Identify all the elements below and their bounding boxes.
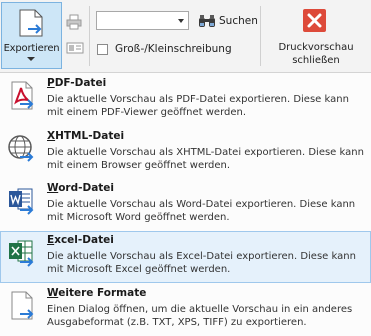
menu-item-description: Die aktuelle Vorschau als Word-Datei exp… — [47, 199, 356, 223]
match-case-checkbox[interactable] — [97, 43, 108, 55]
search-label: Suchen — [219, 15, 258, 27]
menu-item-xhtml[interactable]: XHTML-Datei Die aktuelle Vorschau als XH… — [0, 127, 371, 179]
menu-item-word[interactable]: Word-Datei Die aktuelle Vorschau als Wor… — [0, 179, 371, 231]
menu-item-more-formats[interactable]: Weitere Formate Einen Dialog öffnen, um … — [0, 284, 371, 336]
menu-item-pdf[interactable]: PDF-Datei Die aktuelle Vorschau als PDF-… — [0, 74, 371, 126]
export-document-icon — [19, 9, 43, 37]
menu-item-description: Einen Dialog öffnen, um die aktuelle Vor… — [47, 304, 353, 328]
ribbon-separator — [89, 6, 90, 66]
menu-item-excel[interactable]: Excel-Datei Die aktuelle Vorschau als Ex… — [0, 231, 371, 283]
close-preview-label-line1: Druckvorschau — [278, 42, 354, 53]
search-combo[interactable] — [96, 11, 189, 30]
menu-item-description: Die aktuelle Vorschau als Excel-Datei ex… — [47, 251, 356, 275]
close-preview-label-line2: schließen — [292, 55, 340, 66]
menu-item-title: Word-Datei — [47, 182, 115, 194]
menu-item-description: Die aktuelle Vorschau als XHTML-Datei ex… — [47, 147, 364, 171]
match-case-label: Groß-/Kleinschreibung — [115, 43, 232, 55]
pdf-icon — [11, 81, 34, 110]
menu-item-title: PDF-Datei — [47, 77, 107, 89]
excel-icon — [9, 240, 34, 267]
search-button[interactable]: Suchen — [198, 13, 258, 29]
close-icon — [303, 9, 326, 32]
document-icon — [11, 291, 34, 320]
word-icon — [9, 188, 34, 215]
close-preview-label: Druckvorschau schließen — [266, 41, 366, 67]
export-label: Exportieren — [3, 43, 60, 54]
chevron-down-icon[interactable] — [178, 19, 184, 23]
ribbon: Exportieren Suchen Groß-/Kleinschreibung… — [0, 0, 371, 73]
binoculars-icon — [199, 15, 215, 27]
ribbon-separator — [260, 6, 261, 66]
close-preview-button[interactable]: Druckvorschau schließen — [266, 4, 366, 70]
menu-item-title: Excel-Datei — [47, 234, 114, 246]
page-setup-icon[interactable] — [66, 40, 84, 56]
chevron-down-icon — [27, 57, 35, 61]
globe-icon — [8, 135, 34, 162]
menu-item-title: Weitere Formate — [47, 287, 147, 299]
menu-item-title: XHTML-Datei — [47, 130, 125, 142]
print-icon[interactable] — [66, 14, 82, 30]
export-button[interactable]: Exportieren — [1, 2, 62, 69]
search-input[interactable] — [97, 12, 177, 29]
menu-item-description: Die aktuelle Vorschau als PDF-Datei expo… — [47, 94, 349, 118]
match-case-option[interactable]: Groß-/Kleinschreibung — [97, 43, 232, 55]
export-menu: PDF-Datei Die aktuelle Vorschau als PDF-… — [0, 73, 371, 336]
